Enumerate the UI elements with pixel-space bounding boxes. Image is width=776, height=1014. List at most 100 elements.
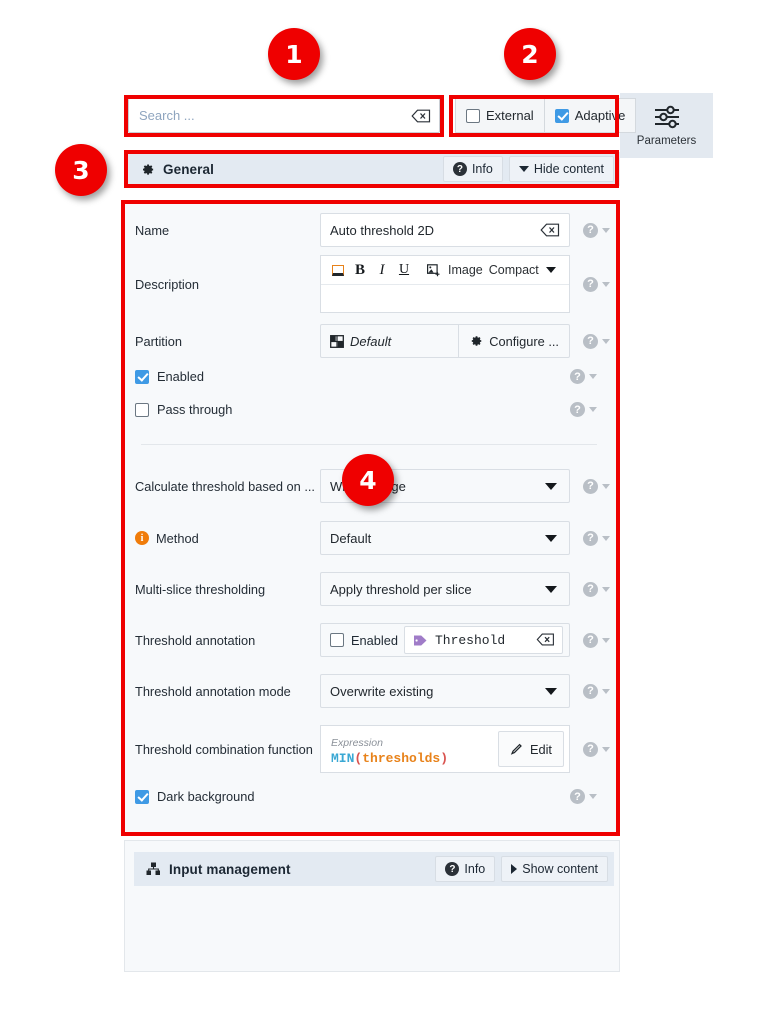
threshold-annotation-input[interactable]: Threshold xyxy=(403,626,563,654)
threshold-annotation-checkbox-label: Enabled xyxy=(351,632,398,648)
dark-background-help[interactable]: ? xyxy=(570,789,597,804)
clear-backspace-icon[interactable] xyxy=(411,109,431,123)
expression-function: MIN xyxy=(331,751,355,766)
partition-configure-label: Configure ... xyxy=(489,333,559,349)
input-management-info-label: Info xyxy=(464,862,486,876)
threshold-annotation-clear-icon[interactable] xyxy=(536,633,556,647)
external-checkbox[interactable] xyxy=(466,108,480,123)
threshold-annotation-checkbox[interactable] xyxy=(330,633,344,647)
threshold-combination-label: Threshold combination function xyxy=(135,741,313,757)
chevron-down-icon xyxy=(545,534,557,542)
pass-through-checkbox[interactable] xyxy=(135,402,149,417)
annotation-badge-1: 1 xyxy=(268,28,320,80)
name-input[interactable]: Auto threshold 2D xyxy=(320,213,570,247)
partition-configure-button[interactable]: Configure ... xyxy=(458,325,569,357)
help-icon: ? xyxy=(570,789,585,804)
row-partition: Partition Default Configure ... ? xyxy=(135,324,611,358)
section-header-general[interactable]: General ? Info Hide content xyxy=(128,152,620,186)
pass-through-checkbox-row[interactable]: Pass through xyxy=(135,402,570,417)
chevron-down-icon xyxy=(602,281,610,287)
general-hide-content-button[interactable]: Hide content xyxy=(508,156,614,182)
partition-label: Partition xyxy=(135,333,182,349)
row-threshold-annotation: Threshold annotation Enabled Threshold ? xyxy=(135,623,611,657)
threshold-combination-help[interactable]: ? xyxy=(583,741,610,757)
chevron-down-icon xyxy=(518,166,529,172)
help-icon: ? xyxy=(583,581,598,597)
expression-close-paren: ) xyxy=(440,751,449,766)
calculate-threshold-label: Calculate threshold based on ... xyxy=(135,478,315,494)
info-orange-icon: i xyxy=(135,531,149,545)
chevron-down-icon[interactable] xyxy=(545,267,556,273)
text-color-icon[interactable] xyxy=(327,259,349,281)
toolbar: Search ... External Adaptive xyxy=(128,98,637,134)
image-label[interactable]: Image xyxy=(445,263,486,277)
description-help[interactable]: ? xyxy=(583,276,610,292)
insert-image-icon[interactable] xyxy=(423,259,445,281)
toggle-adaptive-label: Adaptive xyxy=(574,108,626,123)
threshold-annotation-help[interactable]: ? xyxy=(583,632,610,648)
expression-edit-button[interactable]: Edit xyxy=(497,731,564,767)
help-icon: ? xyxy=(583,276,598,292)
multi-slice-value: Apply threshold per slice xyxy=(330,581,472,597)
description-textarea[interactable] xyxy=(321,284,569,312)
enabled-checkbox[interactable] xyxy=(135,369,149,384)
italic-button[interactable]: I xyxy=(371,259,393,281)
chevron-down-icon xyxy=(545,585,557,593)
dark-background-checkbox-row[interactable]: Dark background xyxy=(135,789,570,804)
help-icon: ? xyxy=(570,402,585,417)
chevron-down-icon xyxy=(589,374,597,379)
pass-through-label: Pass through xyxy=(157,402,233,417)
threshold-annotation-mode-help[interactable]: ? xyxy=(583,683,610,699)
method-label: Method xyxy=(156,530,199,546)
pass-through-help[interactable]: ? xyxy=(570,402,597,417)
gear-icon xyxy=(469,334,483,348)
section-header-input-management[interactable]: Input management ? Info Show content xyxy=(134,852,614,886)
multi-slice-select[interactable]: Apply threshold per slice xyxy=(320,572,570,606)
dark-background-label: Dark background xyxy=(157,789,255,804)
method-select[interactable]: Default xyxy=(320,521,570,555)
partition-field[interactable]: Default Configure ... xyxy=(320,324,570,358)
description-mode-label[interactable]: Compact xyxy=(486,263,542,277)
general-info-button[interactable]: ? Info xyxy=(442,156,503,182)
dark-background-checkbox[interactable] xyxy=(135,789,149,804)
description-editor[interactable]: B I U Image Compact xyxy=(320,255,570,313)
input-management-show-content-button[interactable]: Show content xyxy=(501,856,608,882)
enabled-checkbox-row[interactable]: Enabled xyxy=(135,369,570,384)
chevron-down-icon xyxy=(602,637,610,643)
expression-content: Expression MIN(thresholds) xyxy=(321,726,493,772)
annotation-badge-2: 2 xyxy=(504,28,556,80)
method-value: Default xyxy=(330,530,372,546)
input-management-info-button[interactable]: ? Info xyxy=(435,856,496,882)
name-clear-icon[interactable] xyxy=(540,223,560,237)
general-info-label: Info xyxy=(471,162,493,176)
name-help[interactable]: ? xyxy=(583,222,610,238)
threshold-annotation-mode-value: Overwrite existing xyxy=(330,683,434,699)
filter-toggle-group: External Adaptive xyxy=(455,98,637,133)
adaptive-checkbox[interactable] xyxy=(554,108,569,123)
help-icon: ? xyxy=(583,632,598,648)
threshold-annotation-field: Enabled Threshold xyxy=(320,623,570,657)
underline-button[interactable]: U xyxy=(393,259,415,281)
enabled-help[interactable]: ? xyxy=(570,369,597,384)
multi-slice-help[interactable]: ? xyxy=(583,581,610,597)
chevron-down-icon xyxy=(545,482,557,490)
search-input[interactable]: Search ... xyxy=(128,98,440,133)
input-management-toggle-label: Show content xyxy=(522,862,598,876)
threshold-annotation-mode-select[interactable]: Overwrite existing xyxy=(320,674,570,708)
toggle-adaptive[interactable]: Adaptive xyxy=(544,98,637,133)
chevron-down-icon xyxy=(589,794,597,799)
multi-slice-label: Multi-slice thresholding xyxy=(135,581,266,597)
toggle-external[interactable]: External xyxy=(455,98,545,133)
threshold-combination-expression[interactable]: Expression MIN(thresholds) Edit xyxy=(320,725,570,773)
calculate-threshold-help[interactable]: ? xyxy=(583,478,610,494)
description-label: Description xyxy=(135,276,200,292)
nodes-icon xyxy=(146,862,161,877)
chevron-down-icon xyxy=(602,535,610,541)
bold-button[interactable]: B xyxy=(349,259,371,281)
description-toolbar: B I U Image Compact xyxy=(321,256,569,284)
method-help[interactable]: ? xyxy=(583,530,610,546)
row-threshold-combination: Threshold combination function Expressio… xyxy=(135,725,611,773)
expression-argument: thresholds xyxy=(362,751,441,766)
partition-help[interactable]: ? xyxy=(583,333,610,349)
row-enabled: Enabled ? xyxy=(135,369,611,384)
